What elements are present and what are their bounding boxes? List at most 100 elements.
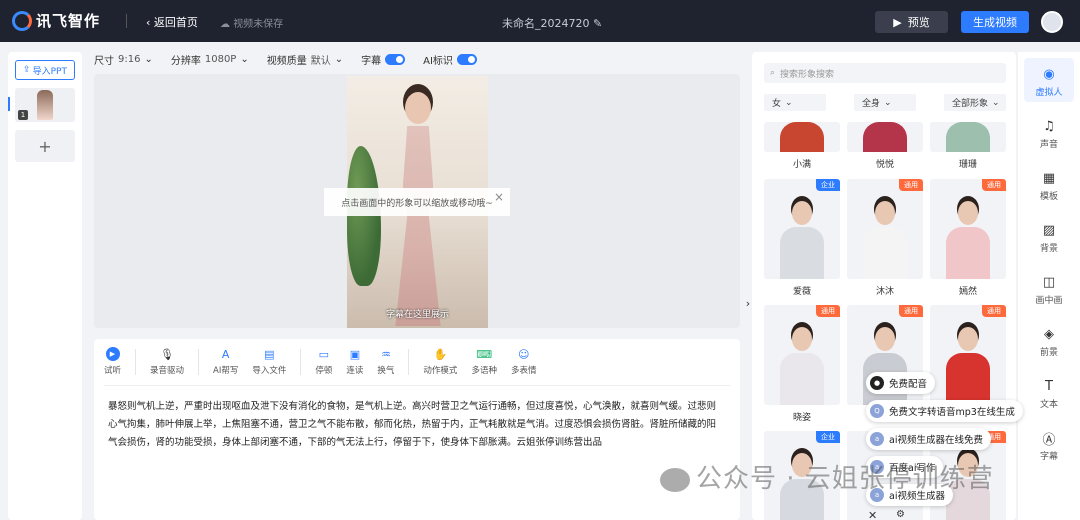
- nav-virtual-human[interactable]: ◉ 虚拟人: [1018, 66, 1080, 99]
- record-drive-button[interactable]: 🎙 录音驱动: [150, 347, 184, 377]
- divider: [135, 349, 137, 375]
- breath-icon: ♒: [380, 347, 391, 361]
- gender-filter[interactable]: 女 ⌄: [764, 94, 826, 111]
- avatar-head[interactable]: [405, 92, 431, 124]
- avatar-card[interactable]: [764, 122, 840, 152]
- liaison-icon: ▣: [349, 347, 361, 361]
- subtitle-setting: 字幕: [361, 52, 406, 67]
- avatar-name: 珊珊: [958, 160, 977, 170]
- general-badge: 通用: [816, 305, 840, 317]
- avatar-figure[interactable]: [395, 126, 441, 326]
- suggestion-item[interactable]: a ai视频生成器在线免费: [866, 428, 991, 450]
- add-slide-button[interactable]: +: [15, 130, 75, 162]
- canvas-area: 字幕在这里展示 点击画面中的形象可以缩放或移动哦~ ×: [94, 74, 740, 328]
- user-avatar[interactable]: [1041, 11, 1063, 33]
- side-nav: ◉ 虚拟人 ♫ 声音 ▦ 模板 ▨ 背景 ◫ 画中画 ◈ 前景 T 文本 Ⓐ 字幕: [1018, 52, 1080, 520]
- avatar-image: [958, 201, 978, 225]
- type-filter[interactable]: 全部形象 ⌄: [944, 94, 1006, 111]
- nav-subtitle[interactable]: Ⓐ 字幕: [1018, 430, 1080, 463]
- avatar-filters: 女 ⌄ 全身 ⌄ 全部形象 ⌄: [764, 94, 1006, 111]
- canvas-subtitle[interactable]: 字幕在这里展示: [347, 307, 488, 320]
- avatar-search-input[interactable]: ⌕ 搜索形象搜索: [764, 63, 1006, 83]
- avatar-image: [780, 227, 824, 279]
- avatar-card[interactable]: 企业: [764, 179, 840, 279]
- breath-button[interactable]: ♒ 换气: [377, 347, 394, 377]
- avatar-card[interactable]: [930, 122, 1006, 152]
- edit-icon[interactable]: ✎: [590, 17, 602, 30]
- body-filter[interactable]: 全身 ⌄: [854, 94, 916, 111]
- nav-voice[interactable]: ♫ 声音: [1018, 118, 1080, 151]
- divider: [126, 14, 127, 28]
- file-icon: ▤: [264, 347, 275, 361]
- script-text[interactable]: 暴怒则气机上逆，严重时出现呕血及泄下没有消化的食物，是气机上逆。高兴时营卫之气运…: [108, 398, 722, 452]
- music-icon: ♫: [1043, 118, 1055, 134]
- play-icon: ▶: [893, 15, 902, 29]
- upload-icon: ⇪: [23, 65, 31, 75]
- smile-icon: ☺: [517, 347, 530, 361]
- logo[interactable]: 讯飞智作: [12, 10, 100, 31]
- ai-mark-toggle[interactable]: [456, 53, 477, 65]
- avatar-name: 爱薇: [792, 287, 811, 297]
- import-file-button[interactable]: ▤ 导入文件: [252, 347, 286, 377]
- nav-background[interactable]: ▨ 背景: [1018, 222, 1080, 255]
- quality-select[interactable]: 视频质量 默认 ⌄: [267, 52, 343, 67]
- chevron-down-icon: ⌄: [884, 97, 892, 108]
- editor-toolbar: ▶ 试听 🎙 录音驱动 A AI帮写 ▤ 导入文件 ▭ 停顿 ▣ 连读 ♒ 换气 ✋ 动作模式 …: [104, 347, 550, 376]
- slide-thumbnail[interactable]: 1: [15, 88, 75, 122]
- search-icon: Q: [870, 404, 884, 418]
- action-mode-button[interactable]: ✋ 动作模式: [423, 347, 457, 377]
- chevron-down-icon: ⌄: [992, 97, 1000, 108]
- avatar-image: [780, 353, 824, 405]
- listen-button[interactable]: ▶ 试听: [104, 347, 121, 376]
- suggestion-item[interactable]: Q 免费文字转语音mp3在线生成: [866, 400, 1023, 422]
- ai-write-button[interactable]: A AI帮写: [213, 347, 238, 377]
- gear-icon[interactable]: ⚙: [896, 509, 905, 520]
- avatar-image: [863, 227, 907, 279]
- logo-icon: ●: [870, 376, 884, 390]
- avatar-name: 悦悦: [875, 160, 894, 170]
- document-title[interactable]: 未命名_2024720 ✎: [502, 15, 602, 31]
- search-icon: ⌕: [770, 68, 776, 78]
- general-badge: 通用: [982, 179, 1006, 191]
- avatar-card[interactable]: 通用: [764, 305, 840, 405]
- nav-pip[interactable]: ◫ 画中画: [1018, 274, 1080, 307]
- close-icon[interactable]: ×: [494, 190, 504, 204]
- nav-template[interactable]: ▦ 模板: [1018, 170, 1080, 203]
- avatar-image: [875, 201, 895, 225]
- slide-panel: ⇪ 导入PPT 1 +: [8, 52, 82, 520]
- nav-foreground[interactable]: ◈ 前景: [1018, 326, 1080, 359]
- generate-video-button[interactable]: 生成视频: [961, 11, 1029, 33]
- avatar-card[interactable]: 通用: [930, 305, 1006, 405]
- suggestion-item[interactable]: ● 免费配音: [866, 372, 936, 394]
- multi-language-button[interactable]: ⌨ 多语种: [471, 347, 497, 377]
- avatar-card[interactable]: 通用: [847, 179, 923, 279]
- resolution-select[interactable]: 分辨率 1080P ⌄: [171, 52, 249, 67]
- text-icon: T: [1045, 378, 1053, 394]
- top-bar: 讯飞智作 ‹ 返回首页 ☁ 视频未保存 未命名_2024720 ✎ ▶ 预览 生成…: [0, 0, 1080, 42]
- size-select[interactable]: 尺寸 9:16 ⌄: [94, 52, 153, 67]
- enterprise-badge: 企业: [816, 431, 840, 443]
- chevron-down-icon: ⌄: [144, 53, 153, 65]
- preview-button[interactable]: ▶ 预览: [875, 11, 948, 33]
- wechat-icon: [660, 467, 690, 492]
- chevron-down-icon: ⌄: [334, 53, 344, 65]
- divider: [198, 349, 200, 375]
- user-icon: ◉: [1043, 66, 1055, 82]
- multi-expression-button[interactable]: ☺ 多表情: [511, 347, 537, 377]
- avatar-name: 小满: [792, 160, 811, 170]
- nav-text[interactable]: T 文本: [1018, 378, 1080, 411]
- avatar-card[interactable]: [847, 122, 923, 152]
- back-home-button[interactable]: ‹ 返回首页: [146, 14, 198, 30]
- pip-icon: ◫: [1042, 274, 1056, 290]
- canvas-tip: 点击画面中的形象可以缩放或移动哦~ ×: [324, 188, 510, 216]
- subtitle-toggle[interactable]: [385, 53, 406, 65]
- background-icon: ▨: [1042, 222, 1056, 238]
- liaison-button[interactable]: ▣ 连读: [346, 347, 363, 377]
- slide-avatar-preview: [37, 90, 53, 120]
- ai-icon: a: [870, 432, 884, 446]
- import-ppt-button[interactable]: ⇪ 导入PPT: [15, 60, 75, 80]
- avatar-card[interactable]: 通用: [930, 179, 1006, 279]
- pause-button[interactable]: ▭ 停顿: [315, 347, 332, 377]
- close-icon[interactable]: ✕: [868, 509, 877, 520]
- cloud-icon: ☁: [220, 19, 234, 30]
